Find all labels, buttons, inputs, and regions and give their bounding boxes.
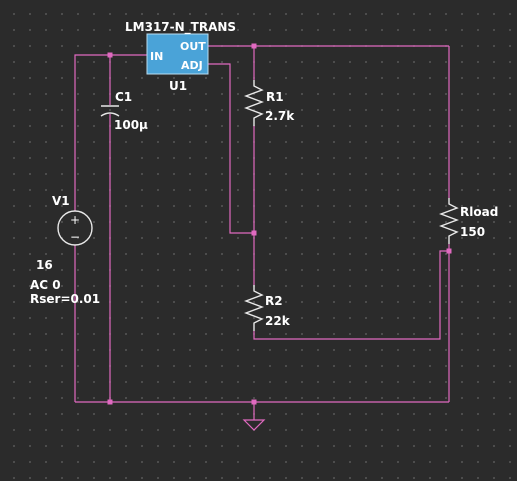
resistor-r2-ref-label: R2 xyxy=(265,294,283,308)
junction-ground xyxy=(251,399,257,405)
resistor-rload-ref-label: Rload xyxy=(460,205,498,219)
voltage-source-v1[interactable]: + − V1 16 AC 0 Rser=0.01 xyxy=(30,194,100,306)
regulator-model-label: LM317-N_TRANS xyxy=(125,20,236,35)
regulator-pin-in-label: IN xyxy=(150,50,163,63)
wire-adj[interactable] xyxy=(208,63,254,234)
junction-rload-bottom xyxy=(446,248,452,254)
junction-adj-node xyxy=(251,230,257,236)
regulator-u1[interactable]: LM317-N_TRANS IN OUT ADJ U1 xyxy=(125,20,236,93)
voltage-source-plus-icon: + xyxy=(70,213,80,227)
resistor-r1-value-label: 2.7k xyxy=(265,109,295,123)
voltage-source-value-label: 16 xyxy=(36,258,53,272)
resistor-rload-value-label: 150 xyxy=(460,225,485,239)
junction-c1-bottom xyxy=(107,399,113,405)
schematic-drawing: LM317-N_TRANS IN OUT ADJ U1 C1 100µ + − … xyxy=(30,20,498,431)
voltage-source-ac-label: AC 0 xyxy=(30,278,61,292)
resistor-r2-value-label: 22k xyxy=(265,314,291,328)
capacitor-value-label: 100µ xyxy=(114,118,148,132)
resistor-rload-zigzag xyxy=(439,198,459,244)
junction-c1-top xyxy=(107,52,113,58)
resistor-r2-zigzag xyxy=(244,285,264,331)
capacitor-c1[interactable]: C1 100µ xyxy=(100,90,148,132)
voltage-source-ref-label: V1 xyxy=(52,194,70,208)
ground-icon[interactable] xyxy=(242,419,266,431)
voltage-source-rser-label: Rser=0.01 xyxy=(30,292,100,306)
resistor-r1-ref-label: R1 xyxy=(266,90,284,104)
regulator-pin-out-label: OUT xyxy=(180,40,206,53)
capacitor-ref-label: C1 xyxy=(115,90,132,104)
voltage-source-minus-icon: − xyxy=(70,230,80,244)
schematic-canvas[interactable]: LM317-N_TRANS IN OUT ADJ U1 C1 100µ + − … xyxy=(0,0,517,481)
wire-input-top[interactable] xyxy=(74,54,147,211)
regulator-ref-label: U1 xyxy=(169,79,187,93)
junction-out-r1 xyxy=(251,43,257,49)
resistor-r2[interactable]: R2 22k xyxy=(244,285,291,331)
ground-symbol xyxy=(242,419,266,431)
resistor-rload[interactable]: Rload 150 xyxy=(439,198,498,244)
resistor-r1[interactable]: R1 2.7k xyxy=(244,80,295,126)
regulator-pin-adj-label: ADJ xyxy=(181,59,203,72)
resistor-r1-zigzag xyxy=(244,80,264,126)
